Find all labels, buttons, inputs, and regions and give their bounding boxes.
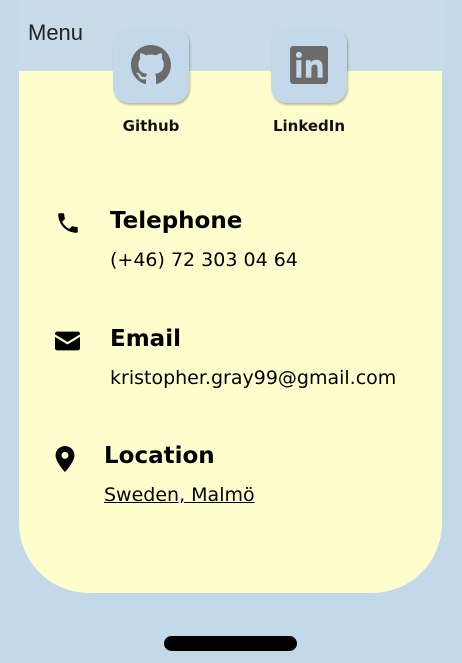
page: Menu Github LinkedIn Telephone (+46) 72 …: [0, 0, 462, 663]
linkedin-label: LinkedIn: [272, 117, 346, 135]
email-value[interactable]: kristopher.gray99@gmail.com: [110, 367, 396, 389]
github-tile[interactable]: [113, 27, 189, 103]
github-link[interactable]: Github: [111, 27, 191, 135]
home-indicator[interactable]: [164, 636, 297, 651]
linkedin-tile[interactable]: [271, 27, 347, 103]
github-icon: [131, 45, 171, 85]
location-title: Location: [104, 443, 215, 469]
location-link[interactable]: Sweden, Malmö: [104, 484, 255, 506]
menu-button[interactable]: Menu: [28, 20, 83, 46]
linkedin-link[interactable]: LinkedIn: [269, 27, 349, 135]
telephone-value: (+46) 72 303 04 64: [110, 249, 298, 271]
email-title: Email: [110, 326, 181, 352]
github-label: Github: [122, 117, 180, 135]
telephone-title: Telephone: [110, 208, 243, 234]
phone-icon: [58, 213, 78, 233]
envelope-icon: [55, 331, 80, 351]
linkedin-icon: [290, 46, 328, 84]
map-pin-icon: [55, 446, 75, 472]
